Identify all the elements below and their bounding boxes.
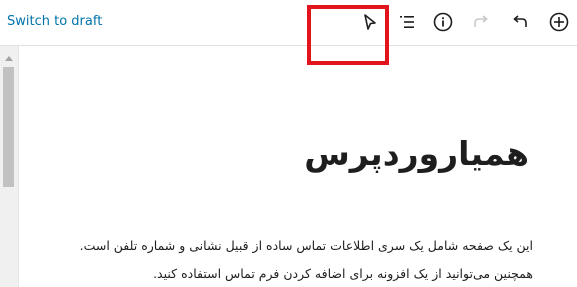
post-title[interactable]: همیاروردپرس bbox=[304, 134, 529, 173]
redo-button[interactable] bbox=[469, 10, 493, 34]
undo-button[interactable] bbox=[508, 10, 532, 34]
details-button[interactable] bbox=[431, 10, 455, 34]
select-tool-icon bbox=[364, 14, 376, 30]
switch-to-draft-link[interactable]: Switch to draft bbox=[7, 14, 102, 29]
scrollbar[interactable] bbox=[0, 46, 19, 287]
add-block-button[interactable] bbox=[547, 10, 571, 34]
editor-canvas[interactable]: همیاروردپرس این یک صفحه شامل یک سری اطلا… bbox=[0, 46, 577, 287]
info-icon bbox=[433, 12, 453, 32]
undo-icon bbox=[513, 15, 527, 27]
list-view-button[interactable] bbox=[395, 10, 419, 34]
add-block-icon bbox=[549, 12, 569, 32]
list-view-icon bbox=[400, 16, 414, 28]
editor-window: Switch to draft همیاروردپرس این یک صفحه … bbox=[0, 0, 577, 287]
paragraph-block[interactable]: همچنین می‌توانید از یک افزونه برای اضافه… bbox=[153, 266, 533, 281]
redo-icon bbox=[474, 15, 488, 27]
select-tool-button[interactable] bbox=[358, 10, 382, 34]
scrollbar-thumb[interactable] bbox=[3, 67, 14, 187]
editor-toolbar: Switch to draft bbox=[0, 0, 577, 46]
paragraph-block[interactable]: این یک صفحه شامل یک سری اطلاعات تماس ساد… bbox=[80, 238, 533, 253]
scroll-up-arrow[interactable] bbox=[5, 56, 13, 61]
